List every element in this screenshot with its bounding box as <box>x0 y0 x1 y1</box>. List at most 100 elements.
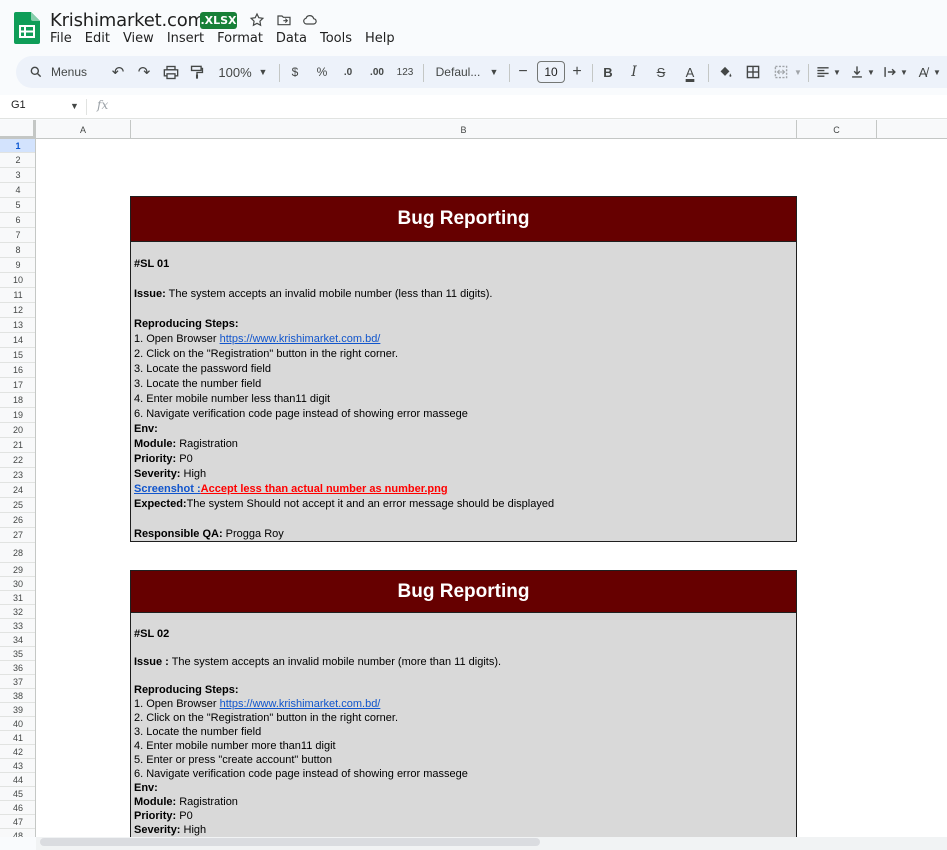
row-header-12[interactable]: 12 <box>0 303 35 318</box>
row-header-2[interactable]: 2 <box>0 153 35 168</box>
text-wrapping-icon[interactable] <box>881 56 899 88</box>
search-icon[interactable] <box>26 56 46 88</box>
undo-icon[interactable]: ↶ <box>108 56 128 88</box>
row-header-22[interactable]: 22 <box>0 453 35 468</box>
zoom-select[interactable]: 100% <box>216 56 254 88</box>
site-link[interactable]: https://www.krishimarket.com.bd/ <box>220 698 381 710</box>
chevron-down-icon[interactable]: ▼ <box>932 56 942 88</box>
row-header-40[interactable]: 40 <box>0 717 35 731</box>
decrease-font-size-button[interactable]: − <box>515 56 531 88</box>
vertical-align-icon[interactable] <box>848 56 866 88</box>
row-header-24[interactable]: 24 <box>0 483 35 498</box>
row-header-17[interactable]: 17 <box>0 378 35 393</box>
star-icon[interactable] <box>248 11 266 29</box>
currency-format-button[interactable]: $ <box>287 56 303 88</box>
menu-edit[interactable]: Edit <box>85 31 110 46</box>
row-header-34[interactable]: 34 <box>0 633 35 647</box>
chevron-down-icon[interactable]: ▼ <box>899 56 909 88</box>
menu-data[interactable]: Data <box>276 31 307 46</box>
name-box[interactable]: G1 <box>11 99 26 111</box>
menu-format[interactable]: Format <box>217 31 263 46</box>
row-header-1[interactable]: 1 <box>0 139 35 153</box>
menu-tools[interactable]: Tools <box>320 31 352 46</box>
row-header-26[interactable]: 26 <box>0 513 35 528</box>
font-family-select[interactable]: Defaul... <box>432 56 484 88</box>
row-header-30[interactable]: 30 <box>0 577 35 591</box>
print-icon[interactable] <box>161 56 181 88</box>
menu-view[interactable]: View <box>123 31 154 46</box>
move-to-folder-icon[interactable] <box>275 11 293 29</box>
borders-icon[interactable] <box>743 56 763 88</box>
row-header-41[interactable]: 41 <box>0 731 35 745</box>
row-header-4[interactable]: 4 <box>0 183 35 198</box>
cloud-status-icon[interactable] <box>301 11 319 29</box>
site-link[interactable]: https://www.krishimarket.com.bd/ <box>220 333 381 345</box>
row-header-16[interactable]: 16 <box>0 363 35 378</box>
row-header-23[interactable]: 23 <box>0 468 35 483</box>
row-header-32[interactable]: 32 <box>0 605 35 619</box>
row-header-8[interactable]: 8 <box>0 243 35 258</box>
row-header-5[interactable]: 5 <box>0 198 35 213</box>
column-header-c[interactable]: C <box>797 120 877 139</box>
row-header-42[interactable]: 42 <box>0 745 35 759</box>
chevron-down-icon[interactable]: ▼ <box>256 56 270 88</box>
row-header-43[interactable]: 43 <box>0 759 35 773</box>
percent-format-button[interactable]: % <box>313 56 331 88</box>
row-header-37[interactable]: 37 <box>0 675 35 689</box>
screenshot-link[interactable]: Screenshot : <box>134 483 201 495</box>
row-header-7[interactable]: 7 <box>0 228 35 243</box>
strikethrough-button[interactable]: S <box>653 56 669 88</box>
row-header-31[interactable]: 31 <box>0 591 35 605</box>
row-header-20[interactable]: 20 <box>0 423 35 438</box>
row-header-47[interactable]: 47 <box>0 815 35 829</box>
paint-format-icon[interactable] <box>187 56 207 88</box>
text-color-button[interactable]: A <box>679 56 701 88</box>
bold-button[interactable]: B <box>600 56 616 88</box>
horizontal-scrollbar-thumb[interactable] <box>40 838 540 846</box>
row-header-38[interactable]: 38 <box>0 689 35 703</box>
menu-insert[interactable]: Insert <box>167 31 204 46</box>
row-header-25[interactable]: 25 <box>0 498 35 513</box>
merge-cells-icon[interactable] <box>771 56 791 88</box>
row-header-48[interactable]: 48 <box>0 829 35 837</box>
increase-font-size-button[interactable]: + <box>569 56 585 88</box>
row-header-45[interactable]: 45 <box>0 787 35 801</box>
row-header-21[interactable]: 21 <box>0 438 35 453</box>
row-header-13[interactable]: 13 <box>0 318 35 333</box>
row-header-15[interactable]: 15 <box>0 348 35 363</box>
row-header-28[interactable]: 28 <box>0 543 35 563</box>
column-header-b[interactable]: B <box>131 120 797 139</box>
menu-help[interactable]: Help <box>365 31 395 46</box>
chevron-down-icon[interactable]: ▼ <box>832 56 842 88</box>
row-header-36[interactable]: 36 <box>0 661 35 675</box>
row-header-44[interactable]: 44 <box>0 773 35 787</box>
row-header-29[interactable]: 29 <box>0 563 35 577</box>
row-header-6[interactable]: 6 <box>0 213 35 228</box>
row-header-10[interactable]: 10 <box>0 273 35 288</box>
column-header-a[interactable]: A <box>36 120 131 139</box>
menu-file[interactable]: File <box>50 31 72 46</box>
chevron-down-icon[interactable]: ▼ <box>792 56 804 88</box>
row-header-18[interactable]: 18 <box>0 393 35 408</box>
italic-button[interactable]: I <box>626 56 642 88</box>
chevron-down-icon[interactable]: ▼ <box>487 56 501 88</box>
row-header-19[interactable]: 19 <box>0 408 35 423</box>
row-header-3[interactable]: 3 <box>0 168 35 183</box>
more-formats-button[interactable]: 123 <box>394 56 416 88</box>
row-header-14[interactable]: 14 <box>0 333 35 348</box>
text-rotation-icon[interactable]: A̸ <box>914 56 932 88</box>
row-header-35[interactable]: 35 <box>0 647 35 661</box>
row-header-27[interactable]: 27 <box>0 528 35 543</box>
horizontal-align-icon[interactable] <box>814 56 832 88</box>
fill-color-icon[interactable] <box>715 56 735 88</box>
select-all-corner[interactable] <box>0 120 36 139</box>
font-size-input[interactable]: 10 <box>537 61 565 83</box>
screenshot-file-link[interactable]: Accept less than actual number as number… <box>201 483 448 495</box>
row-header-46[interactable]: 46 <box>0 801 35 815</box>
row-header-9[interactable]: 9 <box>0 258 35 273</box>
row-header-33[interactable]: 33 <box>0 619 35 633</box>
increase-decimal-button[interactable]: .00 <box>366 56 388 88</box>
chevron-down-icon[interactable]: ▼ <box>70 101 79 111</box>
sheets-logo-icon[interactable] <box>14 12 40 44</box>
spreadsheet-grid[interactable]: Bug Reporting #SL 01 Issue: The system a… <box>36 139 947 837</box>
